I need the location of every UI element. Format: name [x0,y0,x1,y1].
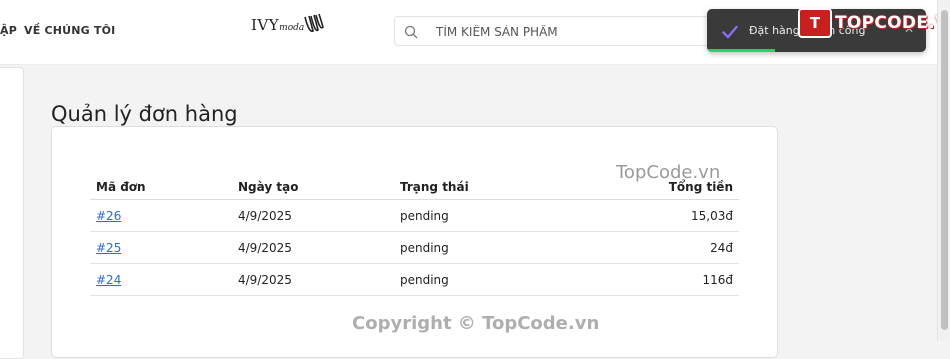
order-date: 4/9/2025 [232,263,394,296]
ivy-moda-logo[interactable]: IVYmoda [251,13,324,39]
order-date: 4/9/2025 [232,199,394,232]
order-date: 4/9/2025 [232,231,394,264]
table-row: #24 4/9/2025 pending 116đ [90,263,739,296]
column-header-order-id: Mã đơn [90,167,232,200]
search-box[interactable] [394,16,716,46]
order-link[interactable]: #25 [96,241,121,255]
search-icon[interactable] [404,24,418,43]
logo-flourish-icon [304,13,324,33]
watermark-text: TopCode.vn [616,162,721,183]
order-status: pending [394,199,586,232]
topcode-badge-text: TOPCODE.VN [835,13,950,33]
column-header-date: Ngày tạo [232,167,394,200]
column-header-status: Trạng thái [394,167,586,200]
page-title: Quản lý đơn hàng [51,102,238,127]
order-status: pending [394,263,586,296]
table-row: #26 4/9/2025 pending 15,03đ [90,199,739,232]
account-sidebar [0,67,24,359]
toast-progress-bar [707,49,775,52]
search-input[interactable] [434,22,708,42]
order-total: 116đ [586,263,739,296]
check-icon [722,24,738,43]
order-total: 24đ [586,231,739,264]
order-status: pending [394,231,586,264]
table-row: #25 4/9/2025 pending 24đ [90,231,739,264]
topcode-logo-icon: T [798,8,832,38]
nav-login-partial[interactable]: ẬP [0,24,17,37]
page-scrollbar[interactable] [937,0,950,341]
topcode-badge: T TOPCODE.VN [798,8,950,38]
orders-table: Mã đơn Ngày tạo Trạng thái Tổng tiền #26… [90,167,739,296]
order-link[interactable]: #24 [96,273,121,287]
order-total: 15,03đ [586,199,739,232]
nav-about[interactable]: VỀ CHÚNG TÔI [24,24,115,37]
copyright-watermark: Copyright © TopCode.vn [352,313,600,334]
order-link[interactable]: #26 [96,209,121,223]
scrollbar-thumb[interactable] [941,10,948,330]
